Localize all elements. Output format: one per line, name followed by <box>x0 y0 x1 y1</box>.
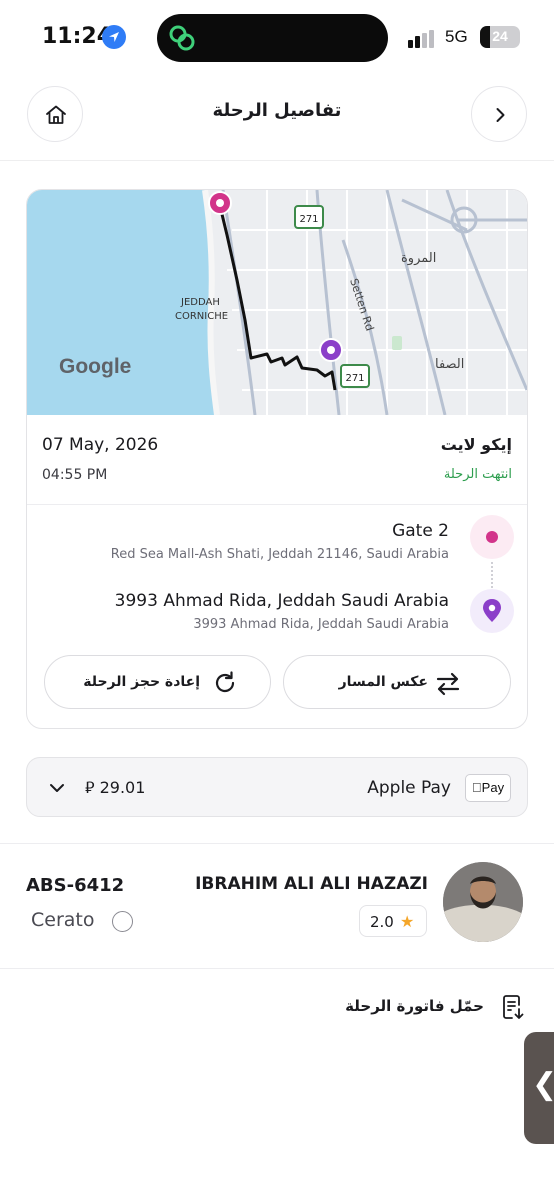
payment-summary[interactable]: ⃁ 29.01 Apple Pay Pay <box>26 757 528 817</box>
destination-title: 3993 Ahmad Rida, Jeddah Saudi Arabia <box>114 591 449 611</box>
refresh-icon <box>215 671 235 693</box>
swap-arrows-icon <box>436 672 460 696</box>
pickup-title: Gate 2 <box>392 521 449 541</box>
home-icon <box>46 105 66 124</box>
trip-time: 04:55 PM <box>42 467 108 483</box>
destination-address: 3993 Ahmad Rida, Jeddah Saudi Arabia <box>193 617 449 632</box>
location-arrow-icon <box>102 25 126 49</box>
plate-number: ABS-6412 <box>26 875 125 896</box>
trip-card: 271 271 JEDDAH CORNICHE المروة الصفا Set… <box>26 189 528 729</box>
route-connector <box>491 562 493 588</box>
download-invoice-button[interactable]: حمّل فاتورة الرحلة <box>0 976 554 1036</box>
page-title: تفاصيل الرحلة <box>212 100 342 121</box>
side-panel-handle[interactable]: ❮ <box>524 1032 554 1144</box>
reverse-route-label: عكس المسار <box>338 674 428 690</box>
pickup-marker-icon <box>470 515 514 559</box>
section-divider-2 <box>0 968 554 969</box>
payment-amount: ⃁ 29.01 <box>85 778 145 798</box>
destination-marker-icon <box>470 589 514 633</box>
dynamic-island <box>157 14 388 62</box>
payment-method: Apple Pay <box>367 778 451 798</box>
pickup-map-pin-icon <box>208 191 232 215</box>
chevron-left-icon: ❮ <box>532 1070 554 1100</box>
car-color-swatch <box>112 911 133 932</box>
invoice-download-icon <box>503 995 524 1019</box>
route-271-label-2: 271 <box>345 373 364 384</box>
route-271-label: 271 <box>299 214 318 225</box>
status-bar: 11:24 5G 24 <box>0 0 554 76</box>
cellular-signal-icon <box>408 30 434 48</box>
rebook-trip-label: إعادة حجز الرحلة <box>83 674 200 690</box>
destination-map-pin-icon <box>319 338 343 362</box>
header-divider <box>0 160 554 161</box>
reverse-route-button[interactable]: عكس المسار <box>283 655 511 709</box>
driver-avatar[interactable] <box>443 862 523 942</box>
card-divider <box>27 504 527 505</box>
back-button[interactable] <box>471 86 527 142</box>
map-label-corniche-1: JEDDAH <box>180 297 220 308</box>
chevron-right-icon <box>496 108 505 122</box>
driver-name: IBRAHIM ALI ALI HAZAZI <box>195 874 428 894</box>
route-map[interactable]: 271 271 JEDDAH CORNICHE المروة الصفا Set… <box>27 190 528 415</box>
car-model: Cerato <box>31 909 95 931</box>
map-label-corniche-2: CORNICHE <box>175 311 228 322</box>
service-type: إيكو لايت <box>440 435 512 454</box>
apple-pay-badge: Pay <box>465 774 511 802</box>
trip-status-badge: انتهت الرحلة <box>443 467 512 482</box>
route-271-shield-2: 271 <box>340 364 370 388</box>
app-logo-icon <box>169 25 195 51</box>
battery-icon: 24 <box>480 26 520 48</box>
google-logo: Google <box>59 355 131 378</box>
driver-rating: 2.0 ★ <box>359 905 427 937</box>
chevron-down-icon[interactable] <box>47 778 67 798</box>
network-type: 5G <box>445 27 468 46</box>
star-icon: ★ <box>400 912 415 931</box>
home-button[interactable] <box>27 86 83 142</box>
battery-level: 24 <box>492 28 508 44</box>
route-271-shield: 271 <box>294 205 324 229</box>
trip-date: 07 May, 2026 <box>42 435 159 455</box>
map-label-safa: الصفا <box>435 357 464 372</box>
rebook-trip-button[interactable]: إعادة حجز الرحلة <box>44 655 271 709</box>
pickup-address: Red Sea Mall-Ash Shati, Jeddah 21146, Sa… <box>110 547 449 562</box>
download-invoice-label: حمّل فاتورة الرحلة <box>345 997 484 1015</box>
map-label-marwah: المروة <box>401 251 436 266</box>
rating-value: 2.0 <box>370 913 394 931</box>
amount-value: 29.01 <box>99 778 146 797</box>
currency-symbol: ⃁ <box>85 778 95 797</box>
section-divider <box>0 843 554 844</box>
